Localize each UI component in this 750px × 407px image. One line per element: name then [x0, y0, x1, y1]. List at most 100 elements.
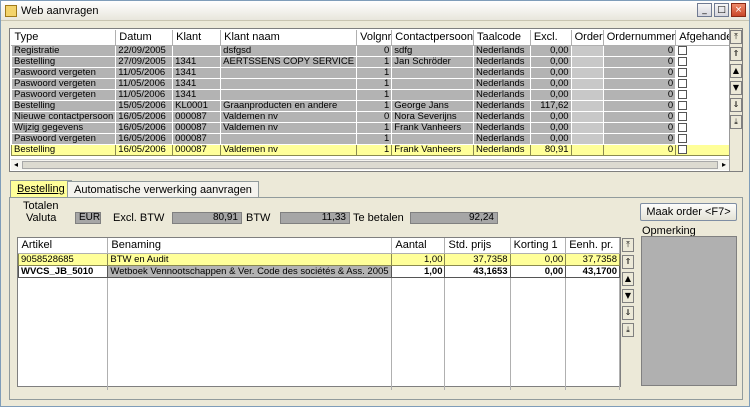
table-cell[interactable]: 15/05/2006: [115, 99, 174, 112]
table-row[interactable]: Paswoord vergeten 16/05/2006 000087 1 Nederl…: [10, 132, 742, 145]
tab-bestelling[interactable]: Bestelling: [10, 180, 72, 198]
tab-automatische-verwerking[interactable]: Automatische verwerking aanvragen: [67, 181, 259, 198]
table-row[interactable]: Bestelling 27/09/2005 1341 AERTSSENS COPY S…: [10, 55, 742, 68]
table-cell[interactable]: Nederlands: [472, 44, 531, 57]
table-cell[interactable]: Nieuwe contactpersoon: [10, 110, 117, 123]
scroll-first-icon[interactable]: ⤒: [730, 30, 742, 44]
table-cell[interactable]: 0,00: [509, 264, 567, 278]
column-header[interactable]: Benaming: [107, 238, 393, 254]
table-cell[interactable]: Nederlands: [472, 66, 531, 79]
table-cell[interactable]: George Jans: [391, 99, 474, 112]
table-cell[interactable]: [570, 132, 604, 145]
table-cell[interactable]: Bestelling: [10, 99, 117, 112]
table-cell[interactable]: Valdemen nv: [220, 121, 358, 134]
table-row[interactable]: Nieuwe contactpersoon 16/05/2006 000087 Val…: [10, 110, 742, 123]
table-cell[interactable]: 1,00: [391, 252, 446, 266]
table-cell[interactable]: BTW en Audit: [107, 252, 393, 266]
table-row[interactable]: Paswoord vergeten 11/05/2006 1341 1 Nederlan…: [10, 77, 742, 90]
order-line-row[interactable]: 9058528685 BTW en Audit 1,00 37,7358 0,00 37,…: [17, 252, 620, 266]
order-line-row[interactable]: WVCS_JB_5010 Wetboek Vennootschappen & Ve…: [17, 264, 620, 278]
table-cell[interactable]: Frank Vanheers: [391, 143, 474, 156]
scroll-down-icon[interactable]: ▼: [730, 81, 742, 95]
table-cell[interactable]: Valdemen nv: [220, 143, 358, 156]
lines-scroll-last-icon[interactable]: ⤓: [622, 323, 634, 337]
table-cell[interactable]: [391, 88, 474, 101]
table-cell[interactable]: Paswoord vergeten: [10, 88, 117, 101]
column-header[interactable]: Eenh. pr.: [565, 238, 620, 254]
table-cell[interactable]: 37,7358: [444, 252, 511, 266]
table-cell[interactable]: AERTSSENS COPY SERVICE: [220, 55, 358, 68]
table-cell[interactable]: Nederlands: [472, 110, 531, 123]
opmerking-field[interactable]: [641, 236, 737, 386]
scroll-page-up-icon[interactable]: ⇑: [730, 47, 742, 61]
table-cell[interactable]: 000087: [172, 110, 222, 123]
column-header[interactable]: Contactpersoon: [391, 30, 474, 46]
table-cell[interactable]: WVCS_JB_5010: [17, 264, 109, 278]
table-cell[interactable]: Registratie: [10, 44, 117, 57]
table-cell[interactable]: Paswoord vergeten: [10, 77, 117, 90]
table-cell[interactable]: 1: [356, 77, 393, 90]
table-cell[interactable]: [570, 88, 604, 101]
table-cell[interactable]: 1: [356, 143, 393, 156]
table-cell[interactable]: 11/05/2006: [115, 88, 174, 101]
checkbox-icon[interactable]: [678, 134, 688, 143]
table-cell[interactable]: 0,00: [529, 110, 572, 123]
scroll-page-down-icon[interactable]: ⇓: [730, 98, 742, 112]
column-header[interactable]: Aantal: [391, 238, 446, 254]
table-cell[interactable]: 1341: [172, 66, 222, 79]
lines-scroll-down-icon[interactable]: ▼: [622, 289, 634, 303]
table-cell[interactable]: 0: [602, 132, 677, 145]
table-cell[interactable]: 0: [602, 99, 677, 112]
table-cell[interactable]: Wetboek Vennootschappen & Ver. Code des …: [107, 264, 393, 278]
table-cell[interactable]: [391, 132, 474, 145]
table-cell[interactable]: 0,00: [529, 55, 572, 68]
requests-horizontal-scrollbar[interactable]: ◂ ▸: [11, 159, 729, 170]
close-button[interactable]: ×: [731, 3, 746, 17]
table-cell[interactable]: 43,1700: [565, 264, 620, 278]
column-header[interactable]: Type: [11, 30, 117, 46]
minimize-button[interactable]: _: [697, 3, 712, 17]
checkbox-icon[interactable]: [678, 57, 688, 66]
table-cell[interactable]: [570, 66, 604, 79]
table-cell[interactable]: 0: [602, 121, 677, 134]
table-cell[interactable]: 1341: [172, 55, 222, 68]
table-cell[interactable]: 000087: [172, 132, 222, 145]
table-cell[interactable]: 0,00: [529, 77, 572, 90]
table-cell[interactable]: 0,00: [529, 44, 572, 57]
table-cell[interactable]: [570, 44, 604, 57]
table-cell[interactable]: 0: [602, 77, 677, 90]
table-cell[interactable]: 117,62: [529, 99, 572, 112]
table-cell[interactable]: [220, 66, 358, 79]
table-cell[interactable]: 37,7358: [565, 252, 620, 266]
table-cell[interactable]: [391, 77, 474, 90]
requests-vertical-scrollbar[interactable]: ⤒ ⇑ ▲ ▼ ⇓ ⤓: [729, 29, 742, 171]
table-cell[interactable]: 0: [356, 110, 393, 123]
table-cell[interactable]: 22/09/2005: [115, 44, 174, 57]
table-row[interactable]: Paswoord vergeten 11/05/2006 1341 1 Nederlan…: [10, 88, 742, 101]
table-cell[interactable]: 0,00: [509, 252, 567, 266]
table-cell[interactable]: 0: [602, 88, 677, 101]
table-row[interactable]: Bestelling 16/05/2006 000087 Valdemen nv 1 Fr…: [10, 143, 742, 156]
table-row[interactable]: Paswoord vergeten 11/05/2006 1341 1 Nederlan…: [10, 66, 742, 79]
table-cell[interactable]: Graanproducten en andere: [220, 99, 358, 112]
table-cell[interactable]: sdfg: [391, 44, 474, 57]
column-header[interactable]: Ordernummer: [603, 30, 677, 46]
table-cell[interactable]: 1,00: [391, 264, 446, 278]
table-cell[interactable]: 1: [356, 99, 393, 112]
table-cell[interactable]: [570, 55, 604, 68]
table-cell[interactable]: 9058528685: [17, 252, 109, 266]
scroll-right-icon[interactable]: ▸: [719, 160, 729, 170]
table-cell[interactable]: 1: [356, 55, 393, 68]
table-cell[interactable]: 16/05/2006: [115, 110, 174, 123]
column-header[interactable]: Klant naam: [220, 30, 358, 46]
column-header[interactable]: Order: [571, 30, 604, 46]
table-cell[interactable]: 0: [602, 55, 677, 68]
maak-order-button[interactable]: Maak order <F7>: [640, 203, 737, 221]
checkbox-icon[interactable]: [678, 79, 688, 88]
table-cell[interactable]: 1: [356, 66, 393, 79]
column-header[interactable]: Korting 1: [510, 238, 567, 254]
table-cell[interactable]: [570, 110, 604, 123]
table-cell[interactable]: Nederlands: [472, 77, 531, 90]
table-cell[interactable]: 0,00: [529, 66, 572, 79]
table-cell[interactable]: dsfgsd: [220, 44, 358, 57]
